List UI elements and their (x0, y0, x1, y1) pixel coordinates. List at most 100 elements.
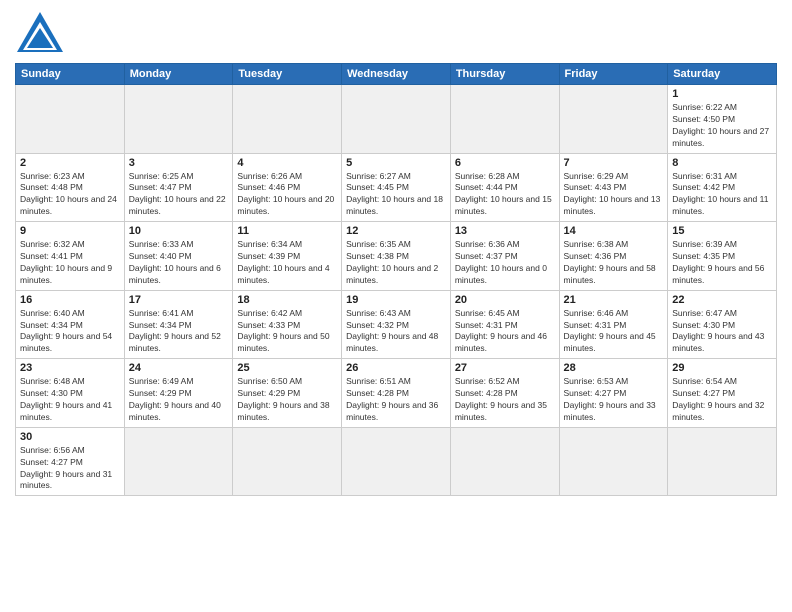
calendar-cell (668, 427, 777, 496)
day-number: 15 (672, 225, 772, 237)
day-number: 12 (346, 225, 446, 237)
day-info: Sunrise: 6:26 AMSunset: 4:46 PMDaylight:… (237, 171, 337, 219)
day-number: 30 (20, 431, 120, 443)
logo (15, 10, 69, 55)
day-info: Sunrise: 6:42 AMSunset: 4:33 PMDaylight:… (237, 308, 337, 356)
calendar-cell: 9 Sunrise: 6:32 AMSunset: 4:41 PMDaylight… (16, 222, 125, 291)
day-info: Sunrise: 6:29 AMSunset: 4:43 PMDaylight:… (564, 171, 664, 219)
logo-icon (15, 10, 65, 55)
calendar-cell: 30 Sunrise: 6:56 AMSunset: 4:27 PMDayligh… (16, 427, 125, 496)
day-info: Sunrise: 6:28 AMSunset: 4:44 PMDaylight:… (455, 171, 555, 219)
week-row-2: 9 Sunrise: 6:32 AMSunset: 4:41 PMDaylight… (16, 222, 777, 291)
calendar-cell: 5Sunrise: 6:27 AMSunset: 4:45 PMDaylight… (342, 153, 451, 222)
calendar-cell: 18 Sunrise: 6:42 AMSunset: 4:33 PMDayligh… (233, 290, 342, 359)
calendar-cell: 12 Sunrise: 6:35 AMSunset: 4:38 PMDayligh… (342, 222, 451, 291)
calendar-cell: 26Sunrise: 6:51 AMSunset: 4:28 PMDayligh… (342, 359, 451, 428)
calendar-cell (450, 427, 559, 496)
calendar-cell: 29 Sunrise: 6:54 AMSunset: 4:27 PMDayligh… (668, 359, 777, 428)
calendar-cell: 23 Sunrise: 6:48 AMSunset: 4:30 PMDayligh… (16, 359, 125, 428)
day-number: 22 (672, 294, 772, 306)
day-number: 8 (672, 157, 772, 169)
day-info: Sunrise: 6:49 AMSunset: 4:29 PMDaylight:… (129, 376, 229, 424)
calendar-cell: 19 Sunrise: 6:43 AMSunset: 4:32 PMDayligh… (342, 290, 451, 359)
week-row-5: 30 Sunrise: 6:56 AMSunset: 4:27 PMDayligh… (16, 427, 777, 496)
day-info: Sunrise: 6:33 AMSunset: 4:40 PMDaylight:… (129, 239, 229, 287)
calendar-cell (233, 85, 342, 154)
day-number: 14 (564, 225, 664, 237)
day-info: Sunrise: 6:52 AMSunset: 4:28 PMDaylight:… (455, 376, 555, 424)
calendar-cell: 10Sunrise: 6:33 AMSunset: 4:40 PMDayligh… (124, 222, 233, 291)
day-info: Sunrise: 6:23 AMSunset: 4:48 PMDaylight:… (20, 171, 120, 219)
weekday-header-row: SundayMondayTuesdayWednesdayThursdayFrid… (16, 64, 777, 85)
calendar-cell: 21Sunrise: 6:46 AMSunset: 4:31 PMDayligh… (559, 290, 668, 359)
day-info: Sunrise: 6:43 AMSunset: 4:32 PMDaylight:… (346, 308, 446, 356)
day-number: 18 (237, 294, 337, 306)
calendar-cell: 27Sunrise: 6:52 AMSunset: 4:28 PMDayligh… (450, 359, 559, 428)
day-info: Sunrise: 6:39 AMSunset: 4:35 PMDaylight:… (672, 239, 772, 287)
day-info: Sunrise: 6:45 AMSunset: 4:31 PMDaylight:… (455, 308, 555, 356)
day-number: 24 (129, 362, 229, 374)
day-number: 1 (672, 88, 772, 100)
calendar-cell (342, 427, 451, 496)
day-info: Sunrise: 6:48 AMSunset: 4:30 PMDaylight:… (20, 376, 120, 424)
week-row-4: 23 Sunrise: 6:48 AMSunset: 4:30 PMDayligh… (16, 359, 777, 428)
day-number: 28 (564, 362, 664, 374)
calendar-cell: 7Sunrise: 6:29 AMSunset: 4:43 PMDaylight… (559, 153, 668, 222)
day-info: Sunrise: 6:47 AMSunset: 4:30 PMDaylight:… (672, 308, 772, 356)
day-number: 26 (346, 362, 446, 374)
day-info: Sunrise: 6:34 AMSunset: 4:39 PMDaylight:… (237, 239, 337, 287)
day-info: Sunrise: 6:54 AMSunset: 4:27 PMDaylight:… (672, 376, 772, 424)
calendar-cell: 22 Sunrise: 6:47 AMSunset: 4:30 PMDayligh… (668, 290, 777, 359)
day-info: Sunrise: 6:32 AMSunset: 4:41 PMDaylight:… (20, 239, 120, 287)
day-number: 20 (455, 294, 555, 306)
calendar-cell: 3 Sunrise: 6:25 AMSunset: 4:47 PMDaylight… (124, 153, 233, 222)
day-number: 6 (455, 157, 555, 169)
day-info: Sunrise: 6:35 AMSunset: 4:38 PMDaylight:… (346, 239, 446, 287)
day-info: Sunrise: 6:38 AMSunset: 4:36 PMDaylight:… (564, 239, 664, 287)
day-info: Sunrise: 6:25 AMSunset: 4:47 PMDaylight:… (129, 171, 229, 219)
weekday-header-thursday: Thursday (450, 64, 559, 85)
calendar-cell (16, 85, 125, 154)
day-number: 3 (129, 157, 229, 169)
calendar-cell: 4 Sunrise: 6:26 AMSunset: 4:46 PMDaylight… (233, 153, 342, 222)
day-info: Sunrise: 6:41 AMSunset: 4:34 PMDaylight:… (129, 308, 229, 356)
calendar-cell (559, 85, 668, 154)
week-row-3: 16Sunrise: 6:40 AMSunset: 4:34 PMDayligh… (16, 290, 777, 359)
calendar-cell (450, 85, 559, 154)
calendar-cell: 17 Sunrise: 6:41 AMSunset: 4:34 PMDayligh… (124, 290, 233, 359)
day-number: 29 (672, 362, 772, 374)
day-number: 4 (237, 157, 337, 169)
calendar-table: SundayMondayTuesdayWednesdayThursdayFrid… (15, 63, 777, 496)
week-row-0: 1 Sunrise: 6:22 AMSunset: 4:50 PMDaylight… (16, 85, 777, 154)
day-number: 11 (237, 225, 337, 237)
day-number: 25 (237, 362, 337, 374)
calendar-cell: 16Sunrise: 6:40 AMSunset: 4:34 PMDayligh… (16, 290, 125, 359)
day-info: Sunrise: 6:40 AMSunset: 4:34 PMDaylight:… (20, 308, 120, 356)
weekday-header-monday: Monday (124, 64, 233, 85)
calendar-cell: 13Sunrise: 6:36 AMSunset: 4:37 PMDayligh… (450, 222, 559, 291)
calendar-cell: 8 Sunrise: 6:31 AMSunset: 4:42 PMDaylight… (668, 153, 777, 222)
calendar-cell (233, 427, 342, 496)
calendar-cell: 11 Sunrise: 6:34 AMSunset: 4:39 PMDayligh… (233, 222, 342, 291)
day-info: Sunrise: 6:56 AMSunset: 4:27 PMDaylight:… (20, 445, 120, 493)
calendar-cell: 6 Sunrise: 6:28 AMSunset: 4:44 PMDaylight… (450, 153, 559, 222)
day-number: 23 (20, 362, 120, 374)
calendar-cell: 20 Sunrise: 6:45 AMSunset: 4:31 PMDayligh… (450, 290, 559, 359)
day-info: Sunrise: 6:53 AMSunset: 4:27 PMDaylight:… (564, 376, 664, 424)
day-number: 13 (455, 225, 555, 237)
weekday-header-friday: Friday (559, 64, 668, 85)
day-info: Sunrise: 6:22 AMSunset: 4:50 PMDaylight:… (672, 102, 772, 150)
calendar-cell: 24 Sunrise: 6:49 AMSunset: 4:29 PMDayligh… (124, 359, 233, 428)
day-number: 19 (346, 294, 446, 306)
weekday-header-tuesday: Tuesday (233, 64, 342, 85)
calendar-cell: 25 Sunrise: 6:50 AMSunset: 4:29 PMDayligh… (233, 359, 342, 428)
calendar-cell: 2Sunrise: 6:23 AMSunset: 4:48 PMDaylight… (16, 153, 125, 222)
calendar-cell (124, 85, 233, 154)
weekday-header-saturday: Saturday (668, 64, 777, 85)
weekday-header-sunday: Sunday (16, 64, 125, 85)
day-info: Sunrise: 6:31 AMSunset: 4:42 PMDaylight:… (672, 171, 772, 219)
day-number: 17 (129, 294, 229, 306)
day-number: 9 (20, 225, 120, 237)
day-info: Sunrise: 6:50 AMSunset: 4:29 PMDaylight:… (237, 376, 337, 424)
week-row-1: 2Sunrise: 6:23 AMSunset: 4:48 PMDaylight… (16, 153, 777, 222)
